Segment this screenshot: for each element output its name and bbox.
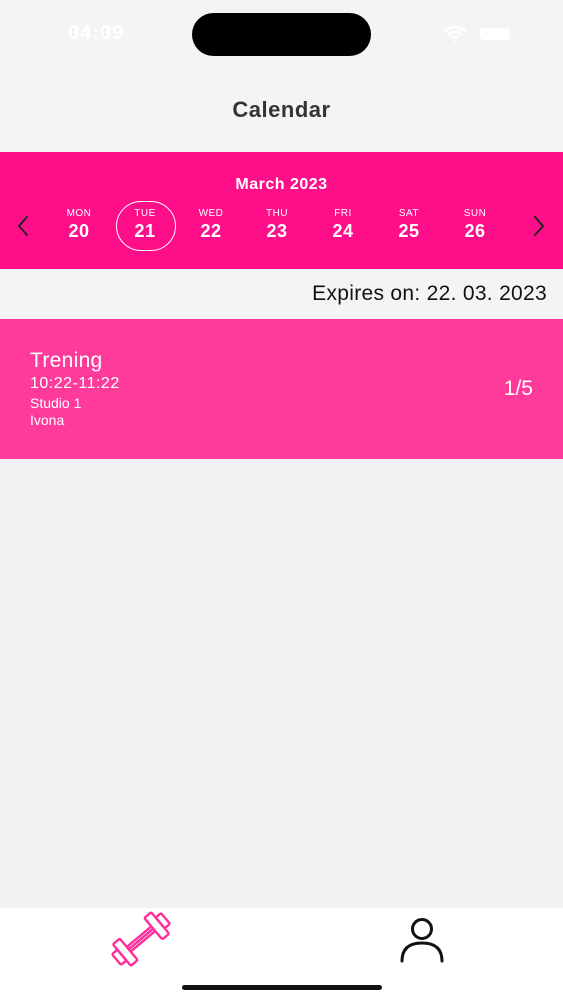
- day-monday[interactable]: MON 20: [49, 208, 109, 242]
- day-number: 25: [398, 221, 420, 241]
- session-capacity: 1/5: [503, 377, 533, 400]
- day-wednesday[interactable]: WED 22: [181, 208, 241, 242]
- session-trainer: Ivona: [30, 412, 65, 428]
- day-number: 21: [134, 221, 156, 241]
- session-time: 10:22-11:22: [30, 375, 120, 392]
- month-label: March 2023: [235, 176, 328, 193]
- nav-header: Calendar: [0, 70, 563, 152]
- day-of-week-label: WED: [198, 208, 224, 219]
- day-of-week-label: THU: [265, 208, 289, 219]
- session-title: Trening: [30, 349, 103, 372]
- tab-bar: [0, 908, 563, 1000]
- chevron-right-icon[interactable]: [532, 214, 546, 238]
- wifi-icon: [444, 26, 466, 42]
- day-of-week-label: MON: [66, 208, 92, 219]
- status-bar: 04:09: [0, 0, 563, 70]
- expiry-date-label: Expires on: 22. 03. 2023: [312, 282, 547, 305]
- day-number: 24: [332, 221, 354, 241]
- home-indicator: [182, 985, 382, 990]
- calendar-week-strip: March 2023 MON 20 TUE 21 WED 22 THU 23 F…: [0, 152, 563, 269]
- day-friday[interactable]: FRI 24: [313, 208, 373, 242]
- day-number: 20: [68, 221, 90, 241]
- day-of-week-label: TUE: [134, 208, 156, 219]
- dumbbell-icon[interactable]: [106, 910, 176, 968]
- dynamic-island: [192, 13, 371, 56]
- day-thursday[interactable]: THU 23: [247, 208, 307, 242]
- battery-icon: [480, 28, 510, 40]
- day-number: 23: [266, 221, 288, 241]
- day-of-week-label: FRI: [334, 208, 352, 219]
- day-number: 26: [464, 221, 486, 241]
- session-card[interactable]: Trening 10:22-11:22 Studio 1 Ivona 1/5: [0, 319, 563, 459]
- day-of-week-label: SAT: [398, 208, 420, 219]
- day-tuesday[interactable]: TUE 21: [115, 208, 175, 242]
- chevron-left-icon[interactable]: [16, 214, 30, 238]
- day-of-week-label: SUN: [463, 208, 487, 219]
- profile-icon[interactable]: [393, 912, 451, 966]
- membership-expiry-row: Expires on: 22. 03. 2023: [0, 269, 563, 319]
- day-number: 22: [200, 221, 222, 241]
- page-title: Calendar: [232, 97, 331, 122]
- day-saturday[interactable]: SAT 25: [379, 208, 439, 242]
- session-room: Studio 1: [30, 395, 82, 411]
- status-time: 04:09: [68, 22, 125, 44]
- day-sunday[interactable]: SUN 26: [445, 208, 505, 242]
